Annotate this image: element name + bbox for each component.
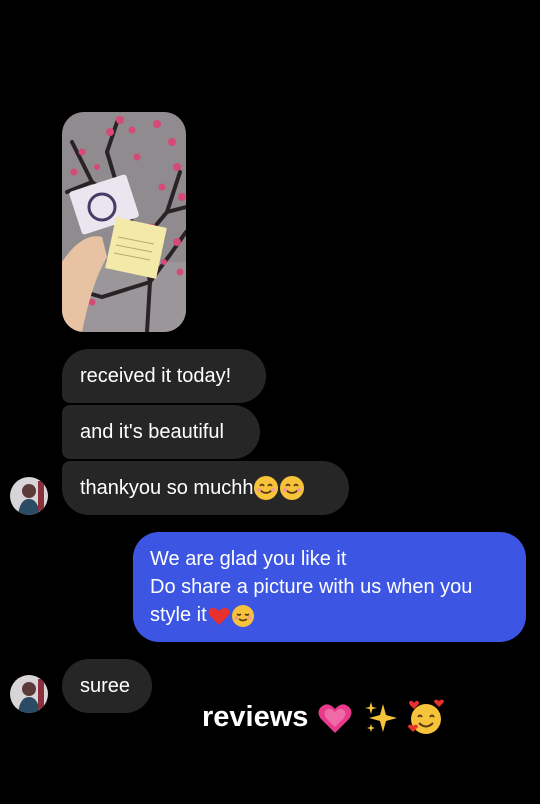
message-bubble-outgoing[interactable]: We are glad you like it Do share a pictu…: [133, 532, 526, 642]
photo-image: [62, 112, 186, 332]
sparkles-icon: [364, 702, 397, 733]
message-text: received it today!: [80, 365, 232, 387]
message-bubble-incoming[interactable]: and it's beautiful: [62, 405, 260, 459]
message-line: We are glad you like it: [150, 548, 347, 570]
avatar[interactable]: [10, 675, 48, 713]
caption-text: reviews: [202, 701, 309, 733]
relieved-face-icon: [231, 604, 254, 627]
message-line-last: style it: [150, 601, 509, 629]
avatar[interactable]: [10, 477, 48, 515]
message-text: suree: [80, 675, 131, 697]
message-bubble-incoming[interactable]: received it today!: [62, 349, 266, 403]
caption-overlay: reviews: [202, 697, 445, 737]
message-text: style it: [150, 604, 207, 626]
smiling-face-with-hearts-icon: [407, 700, 444, 735]
message-bubble-incoming[interactable]: thankyou so muchh: [62, 461, 349, 515]
sparkling-heart-icon: [318, 704, 352, 734]
shared-photo[interactable]: [62, 112, 186, 332]
message-text: thankyou so muchh: [80, 477, 254, 499]
smiling-face-icon: [254, 476, 279, 500]
avatar-image: [10, 675, 48, 713]
red-heart-icon: [208, 607, 230, 625]
message-bubble-incoming[interactable]: suree: [62, 659, 152, 713]
avatar-image: [10, 477, 48, 515]
message-line: Do share a picture with us when you: [150, 576, 473, 598]
smiling-face-icon: [280, 476, 305, 500]
message-text: and it's beautiful: [80, 421, 224, 443]
